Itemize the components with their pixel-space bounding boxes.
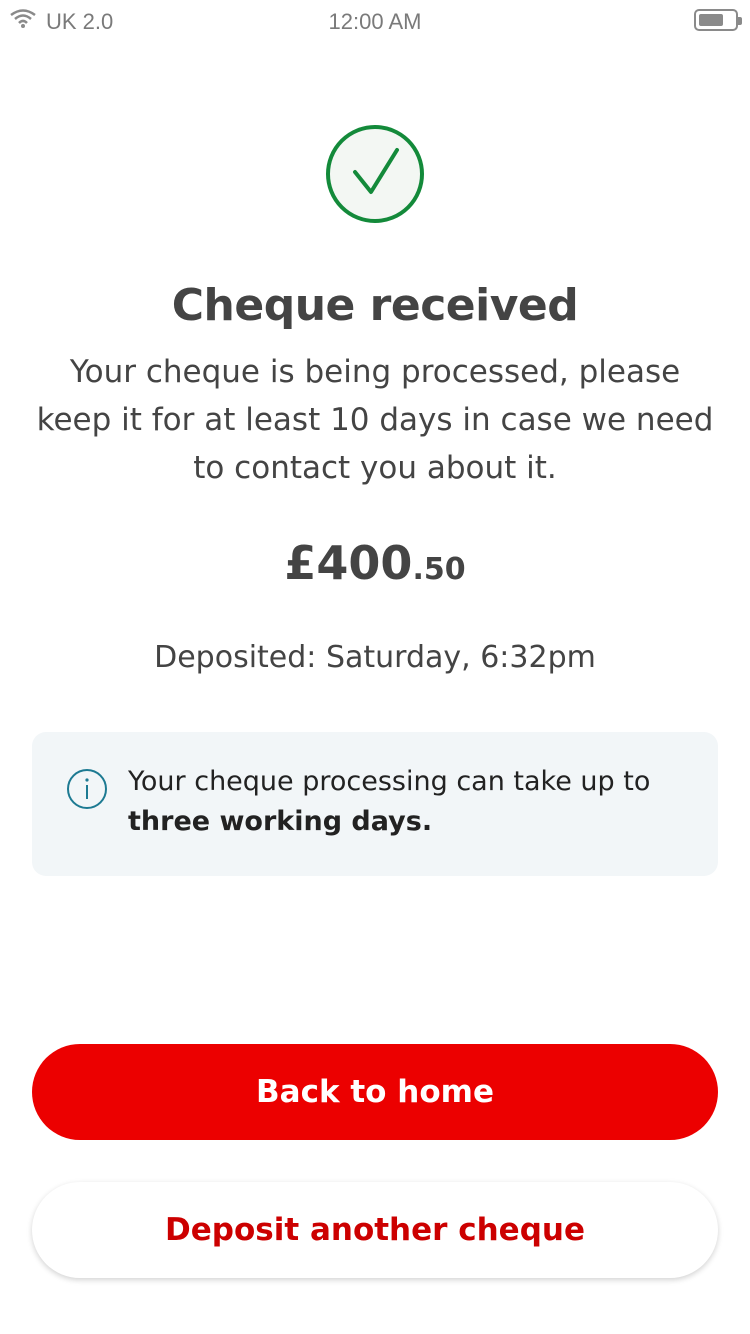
- back-to-home-button[interactable]: Back to home: [32, 1044, 718, 1140]
- info-text: Your cheque processing can take up to th…: [128, 762, 688, 842]
- info-text-body: Your cheque processing can take up to: [128, 766, 651, 797]
- cheque-amount: £400.50: [0, 536, 750, 590]
- info-banner: Your cheque processing can take up to th…: [32, 732, 718, 876]
- deposited-timestamp: Deposited: Saturday, 6:32pm: [154, 640, 596, 675]
- amount-minor: .50: [412, 552, 466, 587]
- page-title: Cheque received: [171, 280, 579, 331]
- battery-icon: [694, 9, 742, 31]
- info-icon: [66, 768, 108, 810]
- info-text-emphasis: three working days.: [128, 806, 433, 837]
- amount-major: £400: [284, 536, 413, 590]
- cheque-received-screen: UK 2.0 12:00 AM Cheque received Your che…: [0, 0, 750, 1334]
- status-message: Your cheque is being processed, please k…: [36, 354, 714, 486]
- checkmark-circle-icon: [325, 124, 425, 224]
- status-time: 12:00 AM: [328, 9, 422, 34]
- status-bar: UK 2.0 12:00 AM: [0, 0, 750, 44]
- deposit-another-cheque-button[interactable]: Deposit another cheque: [32, 1182, 718, 1278]
